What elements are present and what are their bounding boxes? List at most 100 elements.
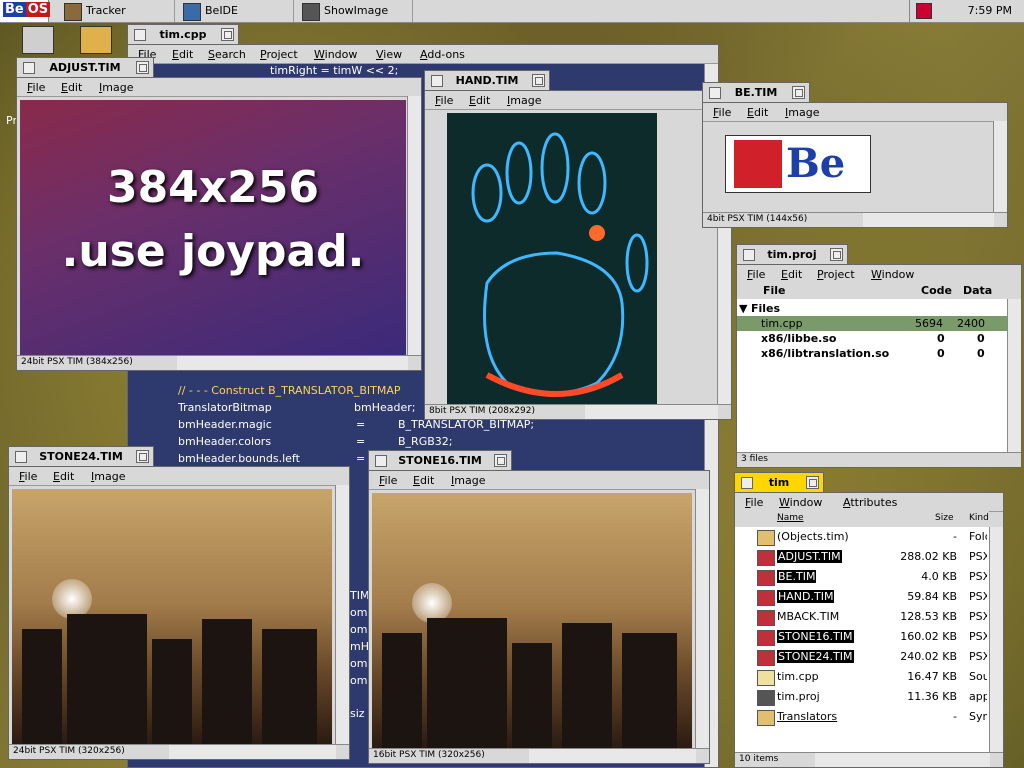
menu-file[interactable]: File bbox=[713, 106, 731, 119]
adjust-tim-tab[interactable]: ADJUST.TIM bbox=[16, 57, 154, 77]
list-item[interactable]: tim.proj 11.36 KB app bbox=[735, 687, 989, 707]
home-folder-icon[interactable] bbox=[80, 26, 112, 54]
vertical-scrollbar[interactable] bbox=[989, 527, 1003, 753]
menu-edit[interactable]: Edit bbox=[747, 106, 768, 119]
file-kind: PSX bbox=[969, 570, 987, 583]
beide-app-button[interactable]: BeIDE bbox=[175, 0, 294, 22]
menu-image[interactable]: Image bbox=[785, 106, 819, 119]
be-logo-image: Be bbox=[725, 135, 871, 193]
menu-file[interactable]: File bbox=[19, 470, 37, 483]
code-line: siz bbox=[350, 707, 365, 720]
list-item[interactable]: BE.TIM 4.0 KB PSX bbox=[735, 567, 989, 587]
menu-file[interactable]: File bbox=[745, 496, 763, 509]
hand-tim-tab[interactable]: HAND.TIM bbox=[424, 70, 550, 90]
zoom-icon[interactable] bbox=[830, 248, 843, 261]
list-item[interactable]: x86/libtranslation.so 0 0 bbox=[737, 346, 1007, 361]
be-tim-tab[interactable]: BE.TIM bbox=[702, 82, 810, 102]
column-name[interactable]: Name bbox=[777, 513, 804, 523]
menu-attributes[interactable]: Attributes bbox=[843, 496, 897, 509]
menu-image[interactable]: Image bbox=[99, 81, 133, 94]
code-line: = bbox=[356, 435, 366, 448]
tracker-window: File Window Attributes Name Size Kind (O… bbox=[734, 492, 1004, 768]
list-item[interactable]: MBACK.TIM 128.53 KB PSX bbox=[735, 607, 989, 627]
menu-image[interactable]: Image bbox=[91, 470, 125, 483]
vertical-scrollbar[interactable] bbox=[407, 96, 421, 356]
zoom-icon[interactable] bbox=[221, 28, 234, 41]
zoom-icon[interactable] bbox=[792, 86, 805, 99]
menu-edit[interactable]: Edit bbox=[413, 474, 434, 487]
disk-icon[interactable] bbox=[22, 26, 54, 54]
column-size[interactable]: Size bbox=[935, 513, 953, 523]
horizontal-scrollbar[interactable] bbox=[585, 404, 718, 419]
vertical-scrollbar[interactable] bbox=[993, 121, 1007, 213]
list-item[interactable]: ADJUST.TIM 288.02 KB PSX bbox=[735, 547, 989, 567]
zoom-icon[interactable] bbox=[136, 61, 149, 74]
horizontal-scrollbar[interactable] bbox=[815, 752, 990, 767]
menubar: File Edit Image bbox=[425, 91, 731, 110]
menu-window[interactable]: Window bbox=[314, 48, 357, 61]
tim-proj-tab[interactable]: tim.proj bbox=[736, 244, 848, 264]
zoom-icon[interactable] bbox=[136, 450, 149, 463]
menu-edit[interactable]: Edit bbox=[172, 48, 193, 61]
list-item[interactable]: STONE24.TIM 240.02 KB PSX bbox=[735, 647, 989, 667]
stone24-tim-tab[interactable]: STONE24.TIM bbox=[8, 446, 154, 466]
horizontal-scrollbar[interactable] bbox=[177, 355, 408, 370]
vertical-scrollbar[interactable] bbox=[1007, 299, 1021, 453]
zoom-icon[interactable] bbox=[532, 74, 545, 87]
disclosure-icon[interactable]: ▼ bbox=[739, 302, 747, 315]
column-data[interactable]: Data bbox=[963, 284, 992, 297]
project-header: File Code Data bbox=[737, 283, 1021, 300]
tray-icon[interactable] bbox=[916, 3, 932, 19]
status-text: 24bit PSX TIM (384x256) bbox=[21, 357, 133, 367]
menu-window[interactable]: Window bbox=[779, 496, 822, 509]
file-name: tim.proj bbox=[777, 690, 820, 703]
file-kind: PSX bbox=[969, 610, 987, 623]
be-menu-button[interactable]: Be OS bbox=[0, 0, 51, 22]
stone16-tim-tab[interactable]: STONE16.TIM bbox=[368, 450, 512, 470]
menu-project[interactable]: Project bbox=[260, 48, 298, 61]
list-item[interactable]: tim.cpp 16.47 KB Sou bbox=[735, 667, 989, 687]
horizontal-scrollbar[interactable] bbox=[529, 748, 696, 763]
menu-image[interactable]: Image bbox=[507, 94, 541, 107]
project-file-list: ▼ Files tim.cpp 5694 2400 x86/libbe.so 0… bbox=[737, 299, 1007, 453]
menu-image[interactable]: Image bbox=[451, 474, 485, 487]
file-data: 0 bbox=[977, 347, 985, 360]
list-item[interactable]: HAND.TIM 59.84 KB PSX bbox=[735, 587, 989, 607]
menu-file[interactable]: File bbox=[435, 94, 453, 107]
showimage-app-button[interactable]: ShowImage bbox=[294, 0, 413, 22]
tim-cpp-tab[interactable]: tim.cpp bbox=[127, 24, 239, 44]
file-size: 240.02 KB bbox=[900, 650, 957, 663]
menu-edit[interactable]: Edit bbox=[469, 94, 490, 107]
menu-file[interactable]: File bbox=[747, 268, 765, 281]
menu-search[interactable]: Search bbox=[208, 48, 246, 61]
menu-window[interactable]: Window bbox=[871, 268, 914, 281]
zoom-icon[interactable] bbox=[494, 454, 507, 467]
list-item[interactable]: tim.cpp 5694 2400 bbox=[737, 316, 1007, 331]
horizontal-scrollbar[interactable] bbox=[169, 744, 336, 759]
menu-file[interactable]: File bbox=[379, 474, 397, 487]
column-code[interactable]: Code bbox=[921, 284, 952, 297]
list-item[interactable]: x86/libbe.so 0 0 bbox=[737, 331, 1007, 346]
list-item[interactable]: (Objects.tim) - Fold bbox=[735, 527, 989, 547]
menu-view[interactable]: View bbox=[376, 48, 402, 61]
menu-edit[interactable]: Edit bbox=[53, 470, 74, 483]
menu-project[interactable]: Project bbox=[817, 268, 855, 281]
menu-edit[interactable]: Edit bbox=[781, 268, 802, 281]
menu-file[interactable]: File bbox=[27, 81, 45, 94]
list-item[interactable]: STONE16.TIM 160.02 KB PSX bbox=[735, 627, 989, 647]
menu-edit[interactable]: Edit bbox=[61, 81, 82, 94]
clock-time[interactable]: 7:59 PM bbox=[968, 4, 1012, 17]
column-file[interactable]: File bbox=[763, 284, 786, 297]
vertical-scrollbar[interactable] bbox=[695, 489, 709, 749]
zoom-icon[interactable] bbox=[806, 476, 819, 489]
tracker-app-button[interactable]: Tracker bbox=[56, 0, 175, 22]
group-row[interactable]: ▼ Files bbox=[737, 301, 1007, 316]
vertical-scrollbar[interactable] bbox=[335, 485, 349, 745]
tracker-tim-tab[interactable]: tim bbox=[734, 472, 824, 492]
horizontal-scrollbar[interactable] bbox=[863, 212, 994, 227]
column-kind[interactable]: Kind bbox=[969, 513, 989, 523]
list-item[interactable]: Translators - Sym bbox=[735, 707, 989, 727]
file-kind: Sym bbox=[969, 710, 987, 723]
image-text-line2: .use joypad. bbox=[61, 226, 365, 277]
menu-add-ons[interactable]: Add-ons bbox=[420, 48, 465, 61]
